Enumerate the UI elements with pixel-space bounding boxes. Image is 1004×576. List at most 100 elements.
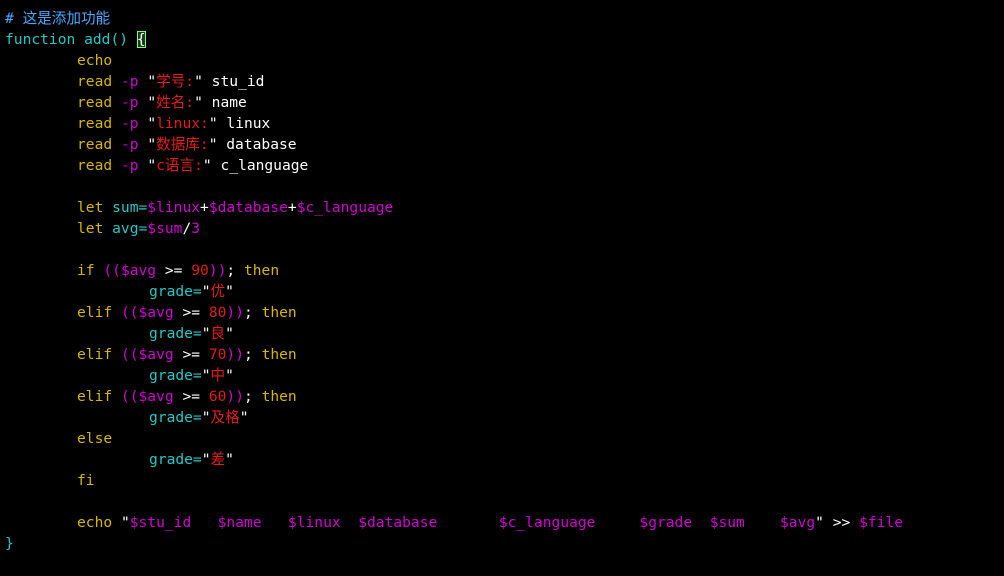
- code-line: grade="中": [5, 365, 1001, 386]
- code-token: then: [243, 262, 280, 279]
- code-token: +: [287, 199, 297, 216]
- code-token: name: [202, 94, 247, 111]
- code-token: fi: [77, 472, 95, 489]
- code-token: $database: [208, 199, 288, 216]
- code-token: )): [208, 262, 227, 279]
- code-token: grade=: [149, 283, 202, 300]
- code-token: elif: [77, 304, 113, 321]
- code-token: 60: [208, 388, 227, 405]
- code-line: read -p "linux:" linux: [5, 113, 1001, 134]
- code-token: echo: [77, 52, 113, 69]
- code-token: # 这是添加功能: [5, 10, 111, 27]
- code-token: stu_id: [202, 73, 265, 90]
- code-token: ": [201, 409, 211, 426]
- code-token: $avg: [780, 514, 816, 531]
- code-line: # 这是添加功能: [5, 8, 1001, 29]
- code-token: $linux: [147, 199, 201, 216]
- code-token: ": [201, 283, 211, 300]
- code-token: $sum: [147, 220, 183, 237]
- code-token: 差: [210, 451, 226, 468]
- code-line: function add() {: [5, 29, 1001, 50]
- code-token: ": [147, 94, 157, 111]
- code-line: let avg=$sum/3: [5, 218, 1001, 239]
- code-token: ": [202, 157, 212, 174]
- code-line: }: [5, 533, 1001, 554]
- code-line: else: [5, 428, 1001, 449]
- code-token: then: [261, 346, 297, 363]
- code-line: read -p "学号:" stu_id: [5, 71, 1001, 92]
- code-token: ": [201, 451, 211, 468]
- code-token: ": [147, 136, 157, 153]
- code-token: ((: [112, 304, 139, 321]
- code-token: >=: [173, 346, 209, 363]
- code-token: sum=: [103, 199, 148, 216]
- code-line: fi: [5, 470, 1001, 491]
- code-token: >>: [823, 514, 860, 531]
- code-token: 3: [191, 220, 201, 237]
- cursor-brace: {: [136, 31, 146, 48]
- code-line: read -p "姓名:" name: [5, 92, 1001, 113]
- terminal-editor[interactable]: # 这是添加功能 function add() {echo read -p "学号:…: [5, 8, 1001, 568]
- code-token: elif: [77, 388, 113, 405]
- code-token: ": [225, 367, 234, 384]
- code-token: ;: [226, 262, 244, 279]
- code-line: if (($avg >= 90)); then: [5, 260, 1001, 281]
- code-token: 数据库:: [156, 136, 209, 153]
- code-token: >=: [173, 388, 209, 405]
- code-token: database: [217, 136, 297, 153]
- code-token: avg=: [103, 220, 148, 237]
- code-token: ": [225, 283, 234, 300]
- code-token: -p: [112, 157, 148, 174]
- code-token: c_language: [211, 157, 309, 174]
- code-token: else: [77, 430, 113, 447]
- code-token: 80: [208, 304, 227, 321]
- code-token: ": [147, 73, 157, 90]
- code-token: ((: [94, 262, 121, 279]
- code-token: )): [226, 388, 244, 405]
- code-token: 及格: [210, 409, 240, 426]
- code-token: ": [201, 325, 211, 342]
- code-line: read -p "c语言:" c_language: [5, 155, 1001, 176]
- code-token: echo: [77, 514, 113, 531]
- code-token: $avg: [120, 262, 157, 279]
- code-token: 中: [210, 367, 226, 384]
- code-line: elif (($avg >= 70)); then: [5, 344, 1001, 365]
- code-token: add(): [75, 31, 137, 48]
- code-token: ;: [243, 346, 262, 363]
- code-token: ": [147, 157, 157, 174]
- code-token: )): [226, 346, 244, 363]
- code-token: grade=: [149, 409, 202, 426]
- code-line: grade="及格": [5, 407, 1001, 428]
- code-token: elif: [77, 346, 113, 363]
- code-token: grade=: [149, 451, 202, 468]
- code-line: grade="差": [5, 449, 1001, 470]
- code-token: $avg: [138, 346, 174, 363]
- code-token: -p: [112, 115, 148, 132]
- code-token: read: [77, 94, 113, 111]
- code-token: $name: [217, 514, 262, 531]
- code-token: 学号:: [156, 73, 195, 90]
- code-token: let: [77, 220, 104, 237]
- code-token: ": [815, 514, 824, 531]
- code-token: then: [261, 388, 297, 405]
- code-line: echo: [5, 50, 1001, 71]
- code-line: grade="优": [5, 281, 1001, 302]
- code-token: 良: [210, 325, 226, 342]
- code-token: grade=: [149, 325, 202, 342]
- code-token: ((: [112, 346, 139, 363]
- code-token: /: [182, 220, 192, 237]
- code-token: $avg: [138, 304, 174, 321]
- code-token: grade=: [149, 367, 202, 384]
- code-token: read: [77, 136, 113, 153]
